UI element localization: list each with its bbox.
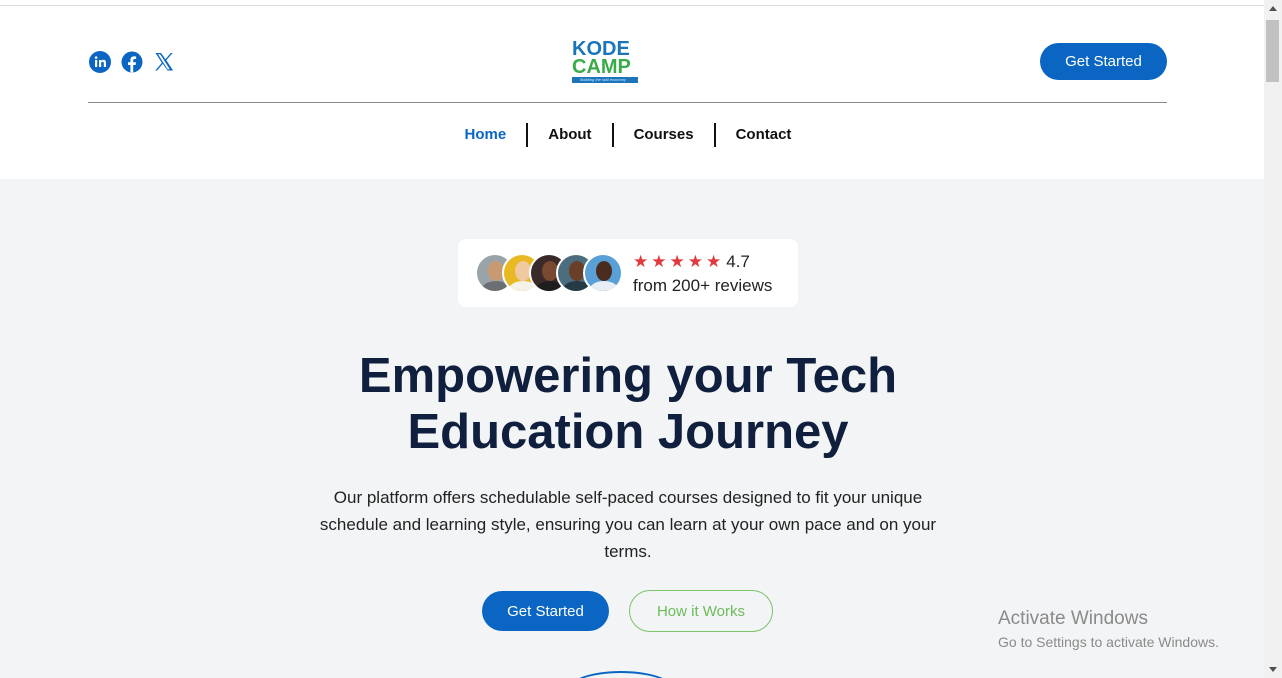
hero-headline-line1: Empowering your Tech xyxy=(358,349,898,403)
nav-item-home[interactable]: Home xyxy=(445,123,527,147)
header-divider xyxy=(88,102,1167,103)
reviews-card: ★ ★ ★ ★ ★ 4.7 from 200+ reviews xyxy=(458,239,798,307)
watermark-subtitle: Go to Settings to activate Windows. xyxy=(998,634,1219,650)
star-icon: ★ xyxy=(633,252,649,271)
watermark-title: Activate Windows xyxy=(998,608,1148,629)
social-links xyxy=(89,51,175,73)
windows-activation-watermark: Activate Windows Go to Settings to activ… xyxy=(998,608,1219,653)
how-it-works-button[interactable]: How it Works xyxy=(629,590,773,632)
scroll-up-icon[interactable] xyxy=(1269,6,1277,11)
rating-value: 4.7 xyxy=(726,252,750,271)
rating-row: ★ ★ ★ ★ ★ 4.7 xyxy=(633,252,750,272)
hero-description: Our platform offers schedulable self-pac… xyxy=(319,488,937,561)
facebook-icon[interactable] xyxy=(121,51,143,73)
main-nav: Home About Courses Contact xyxy=(0,123,1256,147)
hero-headline: Empowering your Tech Education Journey xyxy=(0,348,1256,460)
scrollbar-thumb[interactable] xyxy=(1266,20,1279,82)
kodecamp-logo[interactable]: KODE CAMP Building the skill economy xyxy=(572,39,642,86)
vertical-scrollbar[interactable] xyxy=(1264,0,1282,678)
scroll-down-icon[interactable] xyxy=(1269,667,1277,672)
nav-item-about[interactable]: About xyxy=(528,123,611,147)
site-header: KODE CAMP Building the skill economy Get… xyxy=(0,6,1264,179)
logo-word-camp: CAMP xyxy=(572,56,631,78)
star-icon: ★ xyxy=(687,252,703,271)
nav-item-courses[interactable]: Courses xyxy=(614,123,714,147)
x-icon[interactable] xyxy=(153,51,175,73)
nav-item-contact[interactable]: Contact xyxy=(716,123,812,147)
star-icon: ★ xyxy=(651,252,667,271)
star-icon: ★ xyxy=(669,252,685,271)
reviews-count-text: from 200+ reviews xyxy=(633,276,773,295)
linkedin-icon[interactable] xyxy=(89,51,111,73)
avatar xyxy=(583,253,623,293)
partial-circle-decoration xyxy=(566,671,676,678)
hero-headline-line2: Education Journey xyxy=(407,405,849,459)
hero-get-started-button[interactable]: Get Started xyxy=(482,591,609,631)
star-icon: ★ xyxy=(706,252,722,271)
header-get-started-button[interactable]: Get Started xyxy=(1040,43,1167,80)
reviewer-avatars xyxy=(475,253,625,293)
